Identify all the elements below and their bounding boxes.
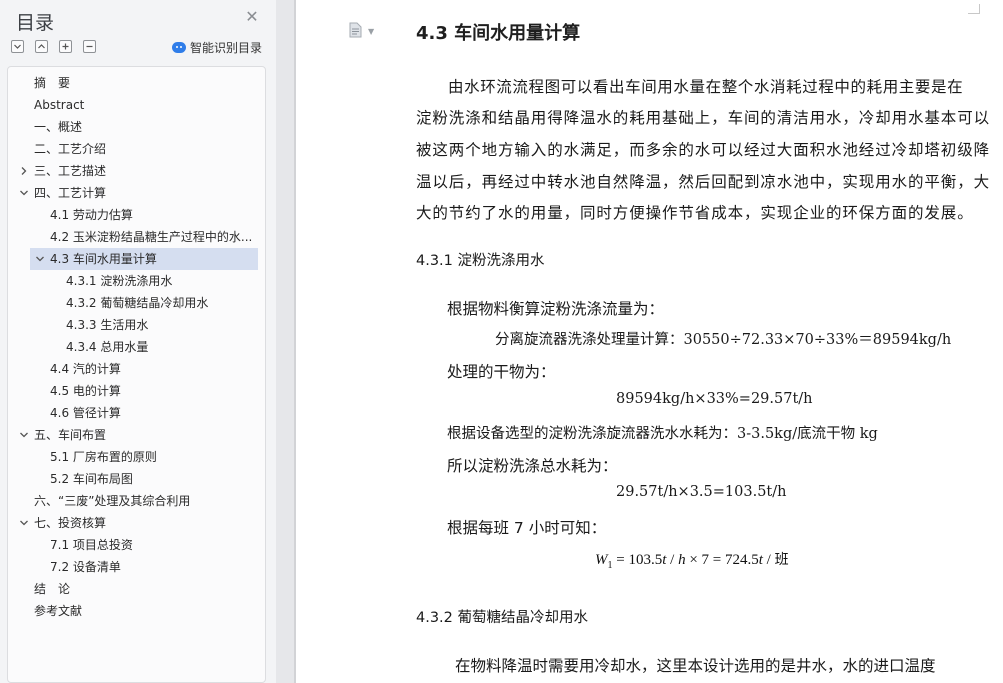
equation-part: × 7 = 724.5 [685,552,759,568]
toc-item[interactable]: 七、投资核算 [8,512,265,534]
toc-item[interactable]: 结 论 [8,578,265,600]
toc-item-label: 4.3.1 淀粉洗涤用水 [66,274,173,288]
ai-icon [172,42,186,53]
toc-item[interactable]: 4.3.4 总用水量 [8,336,265,358]
toc-item[interactable]: 三、工艺描述 [8,160,265,182]
toc-item-label: 4.2 玉米淀粉结晶糖生产过程中的水... [50,230,253,244]
text-line: 根据设备选型的淀粉洗涤旋流器洗水水耗为：3-3.5kg/底流干物 kg [447,426,878,442]
toc-item-label: 4.1 劳动力估算 [50,208,133,222]
toc-item-label: 7.2 设备清单 [50,560,121,574]
page-corner-mark [968,4,980,14]
equation: W1 = 103.5t / h × 7 = 724.5t / 班 [595,549,789,571]
toc-item-label: 四、工艺计算 [34,186,107,200]
paragraph-line: 淀粉洗涤和结晶用得降温水的耗用基础上，车间的清洁用水，冷却用水基本可以 [416,109,991,127]
toc-item-label: 4.3.4 总用水量 [66,340,149,354]
chevron-right-icon[interactable] [18,160,30,182]
equation-part: / [666,552,679,568]
chevron-down-icon[interactable] [34,248,46,270]
chevron-down-icon[interactable]: ▼ [368,27,374,36]
text-line: 处理的干物为： [447,363,556,381]
text-line: 根据每班 7 小时可知： [447,519,607,537]
smart-toc-button[interactable]: 智能识别目录 [172,39,262,56]
document-page[interactable]: ▼ 4.3 车间水用量计算 由水环流流程图可以看出车间用水量在整个水消耗过程中的… [296,0,1003,683]
toc-item-label: 4.3.2 葡萄糖结晶冷却用水 [66,296,209,310]
toc-item[interactable]: 4.6 管径计算 [8,402,265,424]
toc-item-label: 摘 要 [34,76,71,90]
paragraph-line: 被这两个地方输入的水满足，而多余的水可以经过大面积水池经过冷却塔初级降 [416,141,991,159]
toc-item[interactable]: 4.3.1 淀粉洗涤用水 [8,270,265,292]
toc-item-label: 4.3 车间水用量计算 [50,252,157,266]
toc-item[interactable]: 六、“三废”处理及其综合利用 [8,490,265,512]
toc-item[interactable]: 4.5 电的计算 [8,380,265,402]
toc-item[interactable]: Abstract [8,94,265,116]
expand-all-icon[interactable] [11,40,24,53]
chevron-down-icon[interactable] [18,512,30,534]
toc-item[interactable]: 4.3.2 葡萄糖结晶冷却用水 [8,292,265,314]
toc-item-label: 六、“三废”处理及其综合利用 [34,494,191,508]
chevron-down-icon[interactable] [18,182,30,204]
toc-item-label: 结 论 [34,582,71,596]
remove-icon[interactable] [83,40,96,53]
toc-item[interactable]: 7.2 设备清单 [8,556,265,578]
add-icon[interactable] [59,40,72,53]
paragraph-line: 由水环流流程图可以看出车间用水量在整个水消耗过程中的耗用主要是在 [448,78,964,96]
equation-part: h [678,552,686,568]
toc-item[interactable]: 参考文献 [8,600,265,622]
document-outline-icon[interactable] [349,22,362,38]
section-heading: 4.3 车间水用量计算 [416,23,581,44]
toc-item[interactable]: 二、工艺介绍 [8,138,265,160]
toc-toolbar [11,40,107,54]
paragraph-line: 温以后，再经过中转水池自然降温，然后回配到凉水池中，实现用水的平衡，大 [416,173,991,191]
toc-item-label: 五、车间布置 [34,428,107,442]
toc-item-label: 4.3.3 生活用水 [66,318,149,332]
toc-item-label: 5.1 厂房布置的原则 [50,450,157,464]
toc-title: 目录 [16,12,55,34]
toc-item-label: 5.2 车间布局图 [50,472,133,486]
equation-part: = 103.5 [612,552,663,568]
chevron-down-icon[interactable] [18,424,30,446]
toc-item-label: 一、概述 [34,120,83,134]
toc-item-label: 七、投资核算 [34,516,107,530]
toc-item[interactable]: 4.2 玉米淀粉结晶糖生产过程中的水... [8,226,265,248]
close-icon[interactable]: ✕ [244,9,260,25]
text-line: 89594kg/h×33%=29.57t/h [616,391,813,407]
toc-list: 摘 要 Abstract 一、概述二、工艺介绍 三、工艺描述 四、工艺计算 4.1 劳动力… [7,66,266,683]
toc-item-label: 4.4 汽的计算 [50,362,121,376]
toc-item-label: 参考文献 [34,604,83,618]
toc-item-label: 二、工艺介绍 [34,142,107,156]
toc-item-label: 4.6 管径计算 [50,406,121,420]
equation-var: W [595,552,608,568]
equation-part: / [762,552,775,568]
text-line: 29.57t/h×3.5=103.5t/h [616,484,787,500]
subsection-heading-2: 4.3.2 葡萄糖结晶冷却用水 [416,610,589,626]
toc-sidebar: 目录 ✕ 智能识别目录 摘 要 Abstract 一、概述二、工艺介绍 三、工艺描述四… [0,0,276,683]
toc-item[interactable]: 5.2 车间布局图 [8,468,265,490]
toc-item-label: Abstract [34,98,85,112]
toc-item-label: 三、工艺描述 [34,164,107,178]
text-line: 根据物料衡算淀粉洗涤流量为： [447,300,665,318]
toc-item-label: 4.5 电的计算 [50,384,121,398]
collapse-all-icon[interactable] [35,40,48,53]
toc-item[interactable]: 摘 要 [8,72,265,94]
toc-item[interactable]: 4.3 车间水用量计算 [30,248,258,270]
text-line: 在物料降温时需要用冷却水，这里本设计选用的是井水，水的进口温度 [455,657,936,675]
toc-item[interactable]: 4.1 劳动力估算 [8,204,265,226]
toc-item[interactable]: 4.4 汽的计算 [8,358,265,380]
subsection-heading-1: 4.3.1 淀粉洗涤用水 [416,253,545,269]
smart-toc-label: 智能识别目录 [190,41,263,55]
text-line: 所以淀粉洗涤总水耗为： [447,457,618,475]
toc-item[interactable]: 四、工艺计算 [8,182,265,204]
toc-item[interactable]: 7.1 项目总投资 [8,534,265,556]
gutter [276,0,296,683]
toc-item[interactable]: 五、车间布置 [8,424,265,446]
text-line: 分离旋流器洗涤处理量计算：30550÷72.33×70÷33%＝89594kg/… [495,332,952,348]
paragraph-line: 大的节约了水的用量，同时方便操作节省成本，实现企业的环保方面的发展。 [416,204,974,222]
toc-item[interactable]: 5.1 厂房布置的原则 [8,446,265,468]
toc-item-label: 7.1 项目总投资 [50,538,133,552]
equation-part: 班 [774,552,789,568]
toc-item[interactable]: 4.3.3 生活用水 [8,314,265,336]
toc-item[interactable]: 一、概述 [8,116,265,138]
